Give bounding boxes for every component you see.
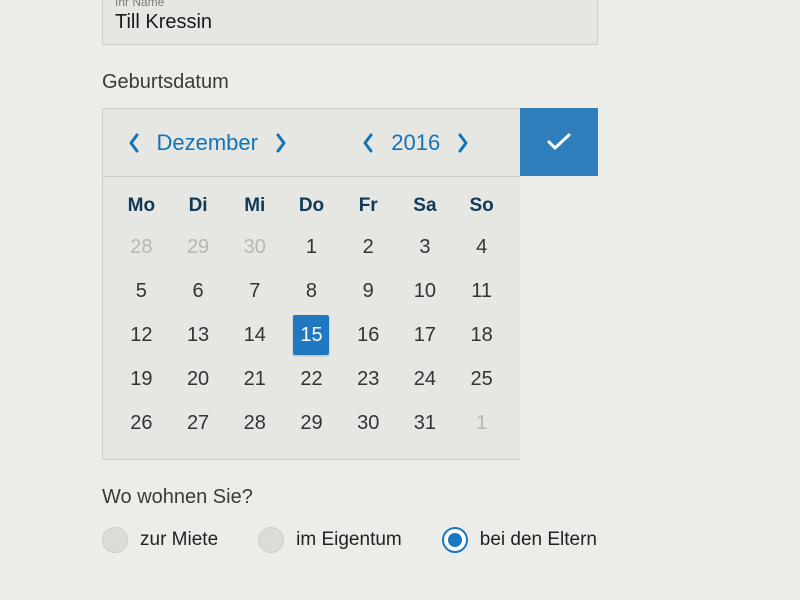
residence-radio[interactable]: bei den Eltern — [442, 527, 597, 553]
confirm-date-button[interactable] — [520, 108, 598, 176]
calendar-day[interactable]: 17 — [397, 315, 454, 355]
calendar-day[interactable]: 12 — [113, 315, 170, 355]
calendar-day[interactable]: 29 — [170, 227, 227, 267]
check-icon — [546, 132, 572, 152]
calendar-day[interactable]: 16 — [340, 315, 397, 355]
year-nav: 2016 — [312, 128, 521, 158]
calendar-day[interactable]: 6 — [170, 271, 227, 311]
prev-year-button[interactable] — [353, 128, 383, 158]
calendar: Dezember 2016 MoDiMiDoFrSaSo282930123456… — [102, 108, 520, 460]
calendar-day[interactable]: 1 — [283, 227, 340, 267]
calendar-day[interactable]: 20 — [170, 359, 227, 399]
name-input-value: Till Kressin — [115, 11, 585, 34]
calendar-day[interactable]: 30 — [340, 403, 397, 443]
calendar-day[interactable]: 25 — [453, 359, 510, 399]
calendar-grid: MoDiMiDoFrSaSo28293012345678910111213141… — [103, 177, 520, 459]
next-month-button[interactable] — [266, 128, 296, 158]
radio-dot-icon — [258, 527, 284, 553]
radio-dot-icon — [442, 527, 468, 553]
calendar-day[interactable]: 21 — [226, 359, 283, 399]
calendar-dow: So — [453, 189, 510, 223]
name-input-block[interactable]: Ihr Name Till Kressin — [102, 0, 598, 45]
calendar-day[interactable]: 13 — [170, 315, 227, 355]
name-input-label: Ihr Name — [115, 0, 585, 9]
calendar-day[interactable]: 15 — [293, 315, 329, 355]
calendar-day[interactable]: 11 — [453, 271, 510, 311]
prev-month-button[interactable] — [119, 128, 149, 158]
calendar-dow: Fr — [340, 189, 397, 223]
calendar-day[interactable]: 9 — [340, 271, 397, 311]
radio-dot-icon — [102, 527, 128, 553]
calendar-header: Dezember 2016 — [103, 109, 520, 177]
calendar-day[interactable]: 2 — [340, 227, 397, 267]
residence-radio-group: zur Miete im Eigentum bei den Eltern — [102, 527, 698, 553]
month-nav: Dezember — [103, 128, 312, 158]
calendar-day[interactable]: 10 — [397, 271, 454, 311]
month-label[interactable]: Dezember — [149, 130, 266, 156]
calendar-day[interactable]: 24 — [397, 359, 454, 399]
calendar-day[interactable]: 8 — [283, 271, 340, 311]
calendar-dow: Mi — [226, 189, 283, 223]
calendar-dow: Do — [283, 189, 340, 223]
calendar-day[interactable]: 1 — [453, 403, 510, 443]
calendar-day[interactable]: 23 — [340, 359, 397, 399]
residence-radio-label: im Eigentum — [296, 529, 402, 551]
calendar-day[interactable]: 27 — [170, 403, 227, 443]
next-year-button[interactable] — [448, 128, 478, 158]
calendar-day[interactable]: 14 — [226, 315, 283, 355]
residence-radio-label: bei den Eltern — [480, 529, 597, 551]
calendar-day[interactable]: 31 — [397, 403, 454, 443]
residence-radio-label: zur Miete — [140, 529, 218, 551]
calendar-day[interactable]: 3 — [397, 227, 454, 267]
calendar-day[interactable]: 29 — [283, 403, 340, 443]
residence-radio[interactable]: im Eigentum — [258, 527, 402, 553]
calendar-day[interactable]: 26 — [113, 403, 170, 443]
calendar-day[interactable]: 7 — [226, 271, 283, 311]
year-label[interactable]: 2016 — [383, 130, 448, 156]
residence-question: Wo wohnen Sie? — [102, 486, 698, 509]
calendar-dow: Di — [170, 189, 227, 223]
calendar-dow: Mo — [113, 189, 170, 223]
calendar-day[interactable]: 22 — [283, 359, 340, 399]
birthdate-label: Geburtsdatum — [102, 71, 698, 94]
calendar-day[interactable]: 19 — [113, 359, 170, 399]
calendar-day[interactable]: 5 — [113, 271, 170, 311]
calendar-day[interactable]: 28 — [113, 227, 170, 267]
residence-radio[interactable]: zur Miete — [102, 527, 218, 553]
calendar-day[interactable]: 4 — [453, 227, 510, 267]
calendar-day[interactable]: 30 — [226, 227, 283, 267]
calendar-day[interactable]: 28 — [226, 403, 283, 443]
calendar-dow: Sa — [397, 189, 454, 223]
calendar-day[interactable]: 18 — [453, 315, 510, 355]
